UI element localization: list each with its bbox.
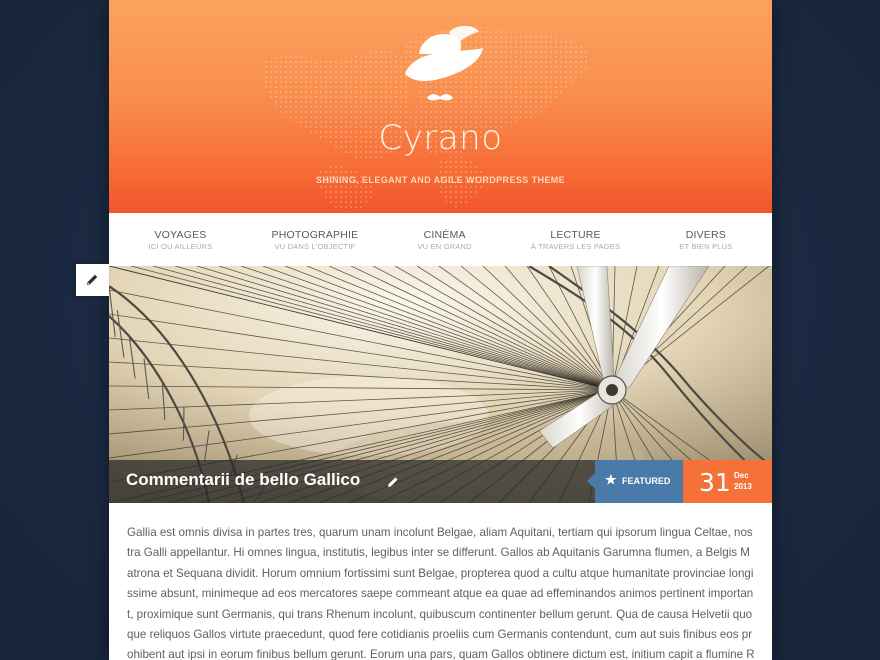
post-title-bar: Commentarii de bello Gallico ★ FEATURED … xyxy=(109,460,772,503)
nav-item-voyages[interactable]: VOYAGES ICI OU AILLEURS xyxy=(149,229,213,251)
nav-item-label: LECTURE xyxy=(550,228,601,241)
site-header: Cyrano SHINING, ELEGANT AND AGILE WORDPR… xyxy=(109,0,772,213)
nav-item-sublabel: ET BIEN PLUS xyxy=(679,241,733,251)
site-description: SHINING, ELEGANT AND AGILE WORDPRESS THE… xyxy=(315,175,566,185)
post-title[interactable]: Commentarii de bello Gallico xyxy=(126,470,360,490)
featured-image[interactable]: Commentarii de bello Gallico ★ FEATURED … xyxy=(109,266,772,503)
nav-item-divers[interactable]: DIVERS ET BIEN PLUS xyxy=(679,229,732,251)
featured-label: FEATURED xyxy=(622,476,671,486)
nav-item-cinema[interactable]: CINÉMA VU EN GRAND xyxy=(417,229,471,251)
page-container: Cyrano SHINING, ELEGANT AND AGILE WORDPR… xyxy=(109,0,772,660)
edit-post-button[interactable] xyxy=(76,264,109,296)
nav-item-label: DIVERS xyxy=(685,228,726,241)
post-content: Gallia est omnis divisa in partes tres, … xyxy=(127,526,755,660)
featured-badge: ★ FEATURED xyxy=(587,460,683,503)
hat-mustache-logo xyxy=(405,25,483,101)
date-year: 2013 xyxy=(734,482,752,491)
nav-item-sublabel: VU EN GRAND xyxy=(417,241,472,251)
nav-item-label: CINÉMA xyxy=(423,228,466,241)
site-title[interactable]: Cyrano xyxy=(109,118,772,158)
nav-item-label: VOYAGES xyxy=(154,228,207,241)
star-icon: ★ xyxy=(605,472,617,487)
main-nav: VOYAGES ICI OU AILLEURS PHOTOGRAPHIE VU … xyxy=(109,213,772,266)
nav-item-sublabel: VU DANS L'OBJECTIF xyxy=(274,241,356,251)
nav-item-lecture[interactable]: LECTURE À TRAVERS LES PAGES xyxy=(531,229,620,251)
nav-item-photographie[interactable]: PHOTOGRAPHIE VU DANS L'OBJECTIF xyxy=(272,229,359,251)
pencil-icon xyxy=(86,274,98,286)
post-date-badge: 31 Dec 2013 xyxy=(683,460,772,503)
date-day: 31 xyxy=(699,468,731,497)
nav-item-sublabel: ICI OU AILLEURS xyxy=(148,241,213,251)
nav-item-label: PHOTOGRAPHIE xyxy=(271,228,359,241)
date-month: Dec xyxy=(734,471,749,480)
nav-item-sublabel: À TRAVERS LES PAGES xyxy=(530,241,621,251)
pencil-icon[interactable] xyxy=(387,476,399,488)
